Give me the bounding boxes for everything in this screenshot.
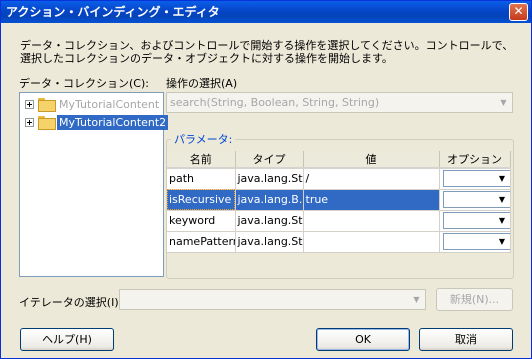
chevron-down-icon[interactable]: ▼ [408, 290, 425, 309]
param-name-cell[interactable]: keyword [167, 210, 236, 232]
param-option-cell: ▼ [439, 189, 511, 211]
param-name-cell[interactable]: namePattern [167, 231, 236, 253]
parameters-table: 名前 タイプ 値 オプション path java.lang.St... / ▼ … [167, 151, 511, 253]
window-title: アクション・バインディング・エディタ [6, 5, 220, 19]
data-collection-label: データ・コレクション(C): [19, 77, 149, 90]
chevron-down-icon[interactable]: ▼ [494, 171, 509, 187]
param-option-cell: ▼ [439, 210, 511, 232]
column-header-value[interactable]: 値 [303, 151, 440, 169]
iterator-label: イテレータの選択(I): [19, 296, 123, 309]
param-value-cell[interactable] [303, 231, 440, 253]
param-option-cell: ▼ [439, 168, 511, 190]
iterator-select[interactable]: ▼ [119, 289, 426, 310]
option-select[interactable]: ▼ [442, 212, 509, 229]
table-row[interactable]: namePattern java.lang.St... ▼ [167, 231, 511, 253]
folder-icon [38, 98, 56, 112]
ok-button[interactable]: OK [316, 328, 410, 351]
column-header-type[interactable]: タイプ [235, 151, 304, 169]
title-bar: アクション・バインディング・エディタ ✕ [1, 1, 531, 23]
plus-expander-icon[interactable] [25, 99, 34, 109]
param-type-cell[interactable]: java.lang.St... [235, 231, 304, 253]
param-value-cell[interactable]: true [303, 189, 440, 211]
close-button[interactable]: ✕ [509, 3, 528, 21]
close-icon: ✕ [513, 4, 524, 18]
tree-item-mytutorialcontent2[interactable]: MyTutorialContent2 [20, 113, 169, 131]
param-name-cell[interactable]: path [167, 168, 236, 190]
option-select[interactable]: ▼ [442, 191, 509, 208]
action-binding-editor-window: アクション・バインディング・エディタ ✕ データ・コレクション、およびコントロー… [0, 0, 532, 359]
table-row[interactable]: path java.lang.St... / ▼ [167, 168, 511, 190]
cancel-button[interactable]: 取消 [419, 328, 513, 351]
param-option-cell: ▼ [439, 231, 511, 253]
operation-select-value: search(String, Boolean, String, String) [170, 96, 380, 109]
operation-label: 操作の選択(A) [166, 77, 238, 90]
column-header-name[interactable]: 名前 [167, 151, 236, 169]
param-type-cell[interactable]: java.lang.St... [235, 168, 304, 190]
description-text: データ・コレクション、およびコントロールで開始する操作を選択してください。コント… [20, 39, 514, 65]
plus-expander-icon[interactable] [25, 117, 34, 127]
folder-icon [38, 116, 56, 130]
table-row[interactable]: isRecursive java.lang.B... true ▼ [167, 189, 511, 211]
option-select[interactable]: ▼ [442, 233, 509, 250]
data-collection-tree[interactable]: MyTutorialContent MyTutorialContent2 [19, 92, 169, 277]
chevron-down-icon[interactable]: ▼ [495, 93, 512, 112]
table-row[interactable]: keyword java.lang.St... ▼ [167, 210, 511, 232]
param-value-cell[interactable]: / [303, 168, 440, 190]
param-name-cell[interactable]: isRecursive [167, 189, 236, 211]
param-value-cell[interactable] [303, 210, 440, 232]
help-button[interactable]: ヘルプ(H) [20, 328, 114, 351]
tree-item-label: MyTutorialContent [59, 97, 160, 111]
param-type-cell[interactable]: java.lang.B... [235, 189, 304, 211]
option-select[interactable]: ▼ [442, 170, 509, 188]
new-iterator-button[interactable]: 新規(N)... [436, 288, 513, 311]
operation-select[interactable]: search(String, Boolean, String, String) … [166, 92, 513, 113]
parameters-group-title: パラメータ: [171, 131, 236, 147]
tree-item-mytutorialcontent[interactable]: MyTutorialContent [20, 95, 161, 113]
param-type-cell[interactable]: java.lang.St... [235, 210, 304, 232]
tree-item-label: MyTutorialContent2 [57, 114, 169, 130]
column-header-option[interactable]: オプション [439, 151, 511, 169]
chevron-down-icon[interactable]: ▼ [494, 234, 509, 249]
chevron-down-icon[interactable]: ▼ [494, 213, 509, 228]
chevron-down-icon[interactable]: ▼ [494, 192, 509, 207]
